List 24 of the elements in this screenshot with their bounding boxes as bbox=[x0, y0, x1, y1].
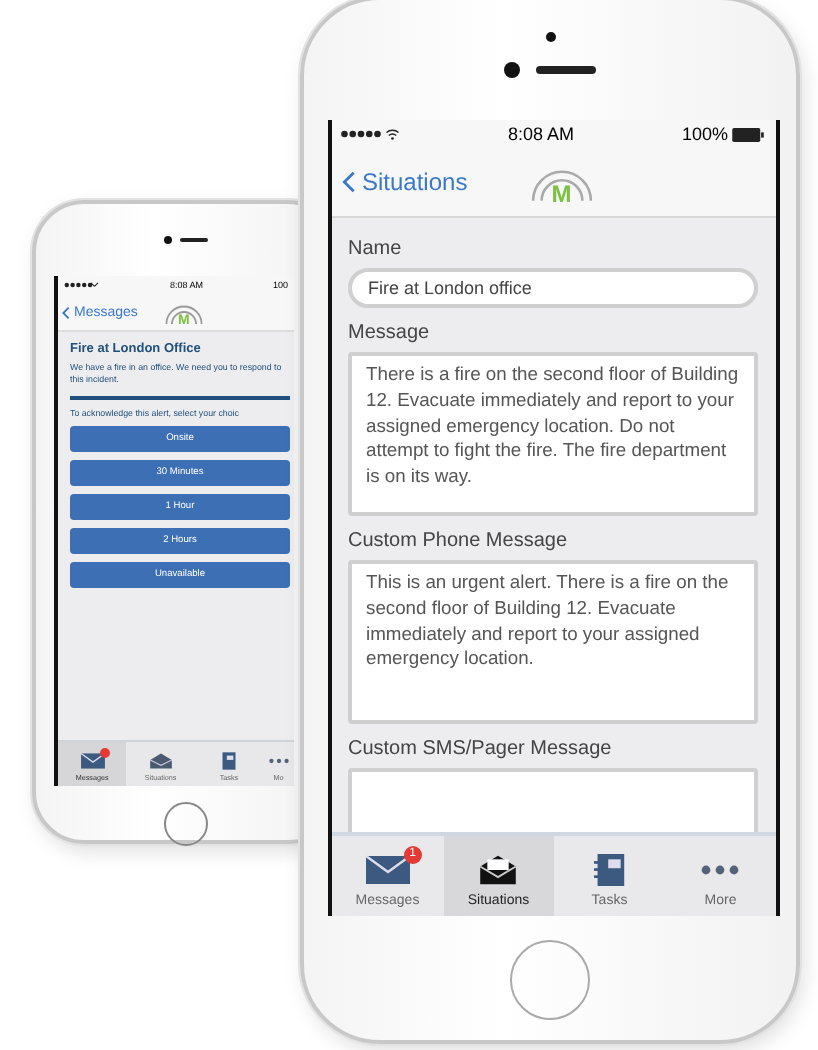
field-label: Name bbox=[348, 238, 404, 260]
envelope-icon bbox=[363, 854, 412, 886]
back-link[interactable]: Situations bbox=[342, 168, 468, 196]
camera-icon bbox=[164, 236, 172, 244]
field-label: Message bbox=[348, 322, 432, 344]
field-label: Custom SMS/Pager Message bbox=[348, 738, 614, 760]
camera-icon bbox=[545, 32, 555, 42]
camera-icon bbox=[504, 62, 520, 78]
signal-icon bbox=[340, 128, 400, 140]
envelope-icon bbox=[147, 752, 174, 770]
back-chevron-icon bbox=[62, 305, 70, 319]
signal-icon bbox=[64, 282, 100, 288]
status-time: 8:08 AM bbox=[507, 124, 574, 144]
home-button[interactable] bbox=[164, 802, 208, 846]
back-chevron-icon bbox=[342, 170, 356, 194]
battery-percent: 100% bbox=[681, 124, 728, 144]
message-field[interactable]: There is a fire on the second floor of Building 12. Evacuate immediately and report to your assigned emergency location. Do not attempt to fight the fire. The fire department is on its way. bbox=[348, 352, 758, 516]
message-field[interactable]: This is an urgent alert. There is a fire on the second floor of Building 12. Evacuate immediately and report to your assigned emergency location. bbox=[348, 560, 758, 724]
home-button[interactable] bbox=[510, 940, 590, 1020]
envelope-icon bbox=[79, 752, 106, 770]
field-label: Custom Phone Message bbox=[348, 530, 570, 552]
name-field[interactable]: Fire at London office bbox=[348, 268, 758, 308]
speaker-icon bbox=[536, 66, 596, 74]
battery-icon bbox=[732, 127, 764, 141]
